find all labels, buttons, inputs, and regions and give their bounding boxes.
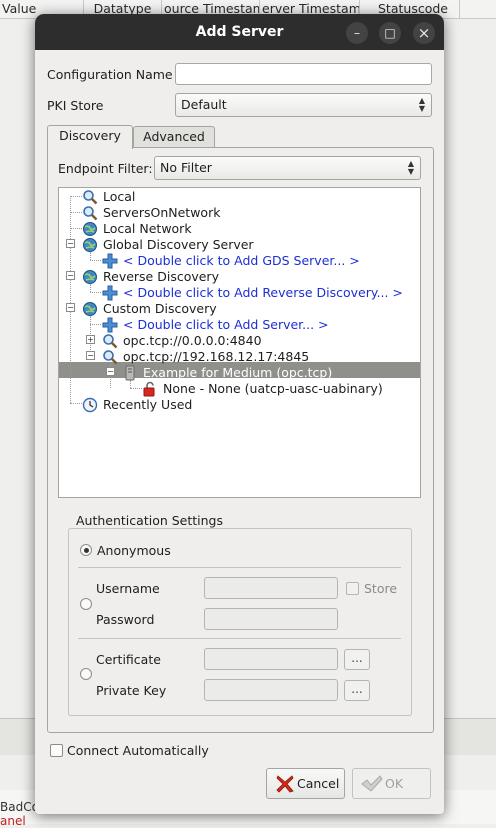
private-key-input[interactable] bbox=[204, 679, 338, 701]
private-key-label: Private Key bbox=[96, 683, 167, 698]
username-input[interactable] bbox=[204, 577, 338, 599]
globe-icon bbox=[83, 222, 97, 236]
tree-connector bbox=[70, 196, 82, 197]
unlocked-padlock-icon bbox=[143, 381, 155, 397]
tree-connector bbox=[70, 212, 82, 213]
connect-automatically-checkbox[interactable] bbox=[50, 744, 63, 757]
tree-connector bbox=[90, 324, 101, 325]
tree-connector bbox=[130, 388, 142, 389]
tree-connector bbox=[90, 252, 91, 260]
tree-connector bbox=[90, 292, 101, 293]
expand-expander[interactable]: + bbox=[86, 335, 95, 344]
updown-arrow-icon: ▲ ▼ bbox=[418, 96, 426, 113]
add-server-dialog: Add Server – □ × Configuration Name PKI … bbox=[35, 14, 444, 814]
ok-label: OK bbox=[385, 776, 404, 791]
config-name-label: Configuration Name bbox=[47, 67, 173, 82]
background-log-text: BadCo bbox=[0, 800, 39, 814]
background-log-text-red: anel bbox=[0, 814, 26, 828]
maximize-button[interactable]: □ bbox=[379, 22, 401, 44]
tree-connector bbox=[90, 284, 91, 292]
cancel-x-icon bbox=[276, 775, 294, 793]
endpoint-filter-label: Endpoint Filter: bbox=[58, 161, 153, 176]
tree-connector bbox=[70, 403, 82, 404]
anonymous-label: Anonymous bbox=[97, 543, 171, 558]
cancel-label: Cancel bbox=[297, 776, 340, 791]
certificate-input[interactable] bbox=[204, 648, 338, 670]
pki-store-label: PKI Store bbox=[47, 98, 104, 113]
password-label: Password bbox=[96, 612, 155, 627]
globe-icon bbox=[83, 302, 97, 316]
password-input[interactable] bbox=[204, 608, 338, 630]
updown-arrow-icon: ▲ ▼ bbox=[407, 159, 415, 176]
config-name-input[interactable] bbox=[175, 63, 432, 85]
dialog-titlebar[interactable]: Add Server – □ × bbox=[35, 14, 444, 50]
globe-icon bbox=[83, 238, 97, 252]
divider bbox=[78, 638, 401, 639]
magnifier-icon bbox=[83, 206, 98, 221]
username-password-radio[interactable] bbox=[80, 598, 92, 610]
collapse-expander[interactable]: − bbox=[66, 271, 75, 280]
endpoint-filter-select[interactable]: No Filter ▲ ▼ bbox=[154, 156, 421, 180]
plus-icon bbox=[102, 285, 118, 301]
tab-discovery[interactable]: Discovery bbox=[47, 125, 133, 149]
anonymous-radio[interactable] bbox=[80, 544, 92, 556]
collapse-expander[interactable]: − bbox=[106, 367, 115, 376]
close-button[interactable]: × bbox=[413, 22, 435, 44]
clock-icon bbox=[82, 397, 98, 413]
tab-advanced[interactable]: Advanced bbox=[133, 126, 215, 148]
pki-store-select[interactable]: Default ▲ ▼ bbox=[175, 93, 432, 117]
magnifier-icon bbox=[103, 350, 118, 365]
tree-connector bbox=[130, 380, 131, 388]
ok-button[interactable]: OK bbox=[352, 768, 431, 799]
collapse-expander[interactable]: − bbox=[66, 239, 75, 248]
tree-connector bbox=[90, 260, 101, 261]
auth-settings-title: Authentication Settings bbox=[73, 513, 227, 528]
divider bbox=[78, 567, 401, 568]
tree-connector bbox=[70, 228, 82, 229]
checkmark-icon bbox=[361, 775, 383, 792]
minimize-button[interactable]: – bbox=[346, 22, 368, 44]
store-checkbox[interactable] bbox=[346, 582, 359, 595]
cancel-button[interactable]: Cancel bbox=[266, 768, 345, 799]
collapse-expander[interactable]: − bbox=[66, 303, 75, 312]
plus-icon bbox=[102, 253, 118, 269]
certificate-radio[interactable] bbox=[80, 668, 92, 680]
endpoint-filter-value: No Filter bbox=[160, 160, 212, 175]
username-label: Username bbox=[96, 581, 160, 596]
globe-icon bbox=[83, 270, 97, 284]
plus-icon bbox=[102, 317, 118, 333]
server-tree[interactable]: − − − + − − Local ServersOnNetwork Local… bbox=[58, 187, 421, 498]
magnifier-icon bbox=[103, 334, 118, 349]
store-label: Store bbox=[364, 581, 398, 596]
certificate-label: Certificate bbox=[96, 652, 161, 667]
private-key-browse-button[interactable]: ... bbox=[344, 680, 370, 701]
magnifier-icon bbox=[83, 190, 98, 205]
pki-store-value: Default bbox=[181, 97, 227, 112]
collapse-expander[interactable]: − bbox=[86, 351, 95, 360]
connect-automatically-label: Connect Automatically bbox=[67, 743, 209, 758]
server-icon bbox=[125, 365, 135, 381]
certificate-browse-button[interactable]: ... bbox=[344, 649, 370, 670]
